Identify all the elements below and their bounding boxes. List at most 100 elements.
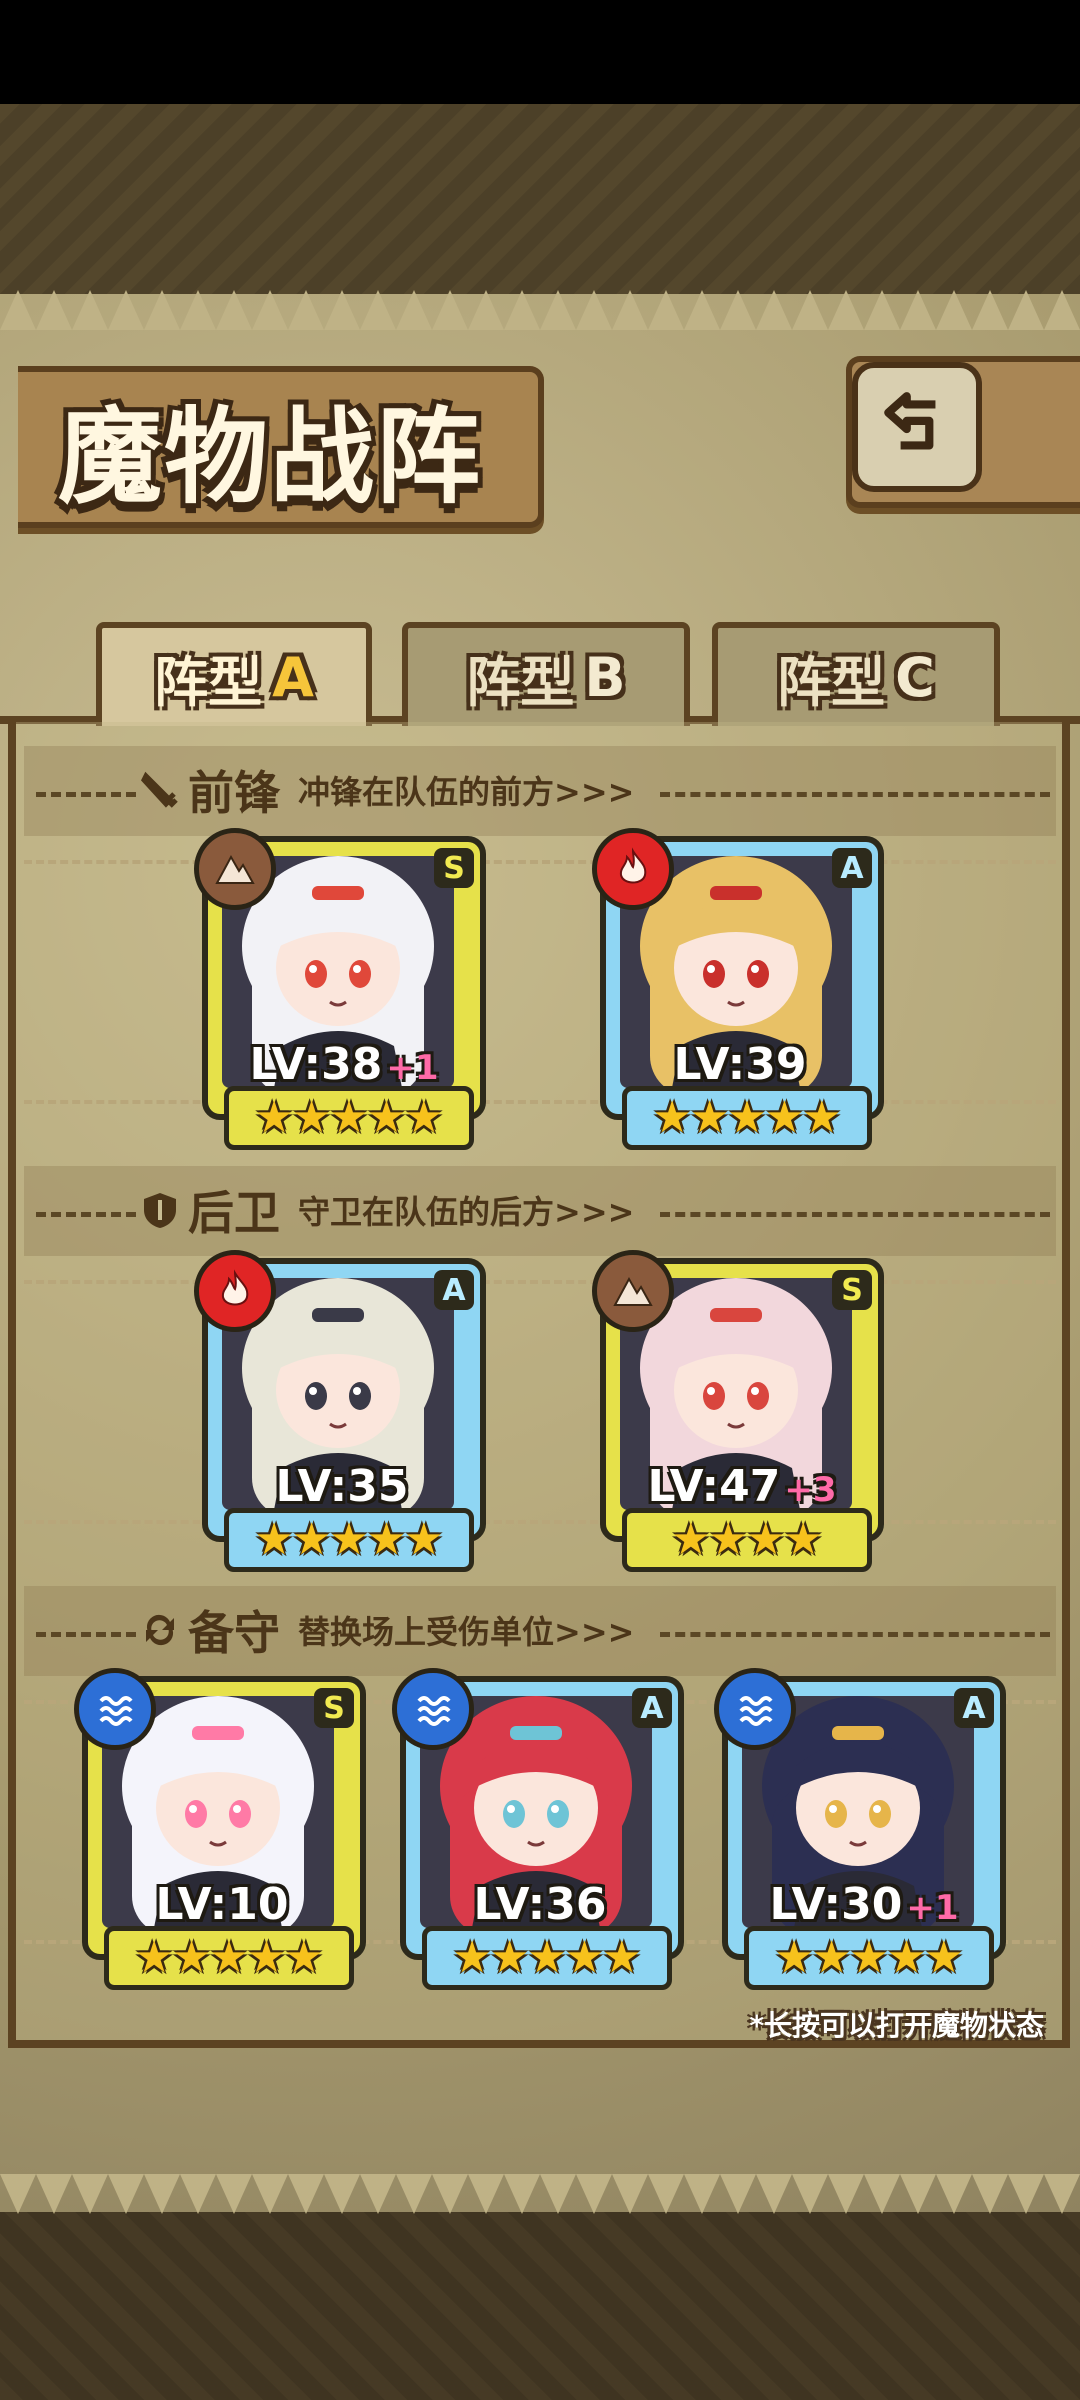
level-bonus: +3 xyxy=(784,1470,837,1510)
star-icon: ★ xyxy=(774,1932,814,1983)
star-rating: ★ ★ ★ ★ xyxy=(622,1508,872,1572)
level-bonus: +1 xyxy=(906,1888,959,1928)
star-icon: ★ xyxy=(291,1514,332,1565)
return-icon xyxy=(884,392,936,450)
back-button[interactable] xyxy=(852,362,982,492)
level-label: LV:36 xyxy=(406,1879,678,1930)
star-rating: ★ ★ ★ ★ ★ xyxy=(224,1086,474,1150)
star-icon: ★ xyxy=(171,1932,212,1983)
section-header-front: 前锋 冲锋在队伍的前方>>> xyxy=(140,760,634,820)
star-icon: ★ xyxy=(246,1932,287,1983)
rank-badge: S xyxy=(314,1688,354,1728)
level-value: LV:47 xyxy=(647,1461,781,1512)
fire-element-icon xyxy=(194,1250,276,1332)
star-icon: ★ xyxy=(366,1092,407,1143)
footnote-hint: *长按可以打开魔物状态 xyxy=(749,2009,1044,2042)
star-icon: ★ xyxy=(404,1514,444,1565)
swap-icon xyxy=(146,1614,174,1646)
monster-card[interactable]: A LV:39 ★ ★ ★ ★ ★ xyxy=(592,828,884,1150)
level-label: LV:30 +1 xyxy=(728,1879,1000,1930)
row-guide xyxy=(24,860,1056,864)
star-icon: ★ xyxy=(209,1932,249,1983)
fire-element-icon xyxy=(592,828,674,910)
star-icon: ★ xyxy=(849,1932,889,1983)
star-icon: ★ xyxy=(564,1932,605,1983)
star-icon: ★ xyxy=(489,1932,530,1983)
tab-letter: C xyxy=(895,645,935,709)
tab-formation-a[interactable]: 阵型 A xyxy=(96,622,372,726)
section-header-reserve: 备守 替换场上受伤单位>>> xyxy=(140,1600,634,1660)
section-desc: 冲锋在队伍的前方>>> xyxy=(298,773,635,811)
torn-edge-bottom xyxy=(0,2174,1080,2214)
level-value: LV:39 xyxy=(673,1039,807,1090)
section-desc: 替换场上受伤单位>>> xyxy=(298,1613,635,1651)
level-label: LV:39 xyxy=(606,1039,878,1090)
star-rating: ★ ★ ★ ★ ★ xyxy=(744,1926,994,1990)
star-icon: ★ xyxy=(802,1092,842,1143)
star-rating: ★ ★ ★ ★ ★ xyxy=(422,1926,672,1990)
map-background-bottom xyxy=(0,2212,1080,2400)
tab-letter: B xyxy=(584,645,626,709)
status-bar xyxy=(0,0,1080,104)
shield-icon xyxy=(144,1193,176,1228)
star-icon: ★ xyxy=(764,1092,805,1143)
star-icon: ★ xyxy=(602,1932,642,1983)
tab-letter: A xyxy=(272,645,314,709)
monster-card[interactable]: A LV:30 +1 ★ ★ ★ ★ ★ xyxy=(714,1668,1006,1990)
star-icon: ★ xyxy=(708,1514,748,1565)
level-label: LV:38 +1 xyxy=(208,1039,480,1090)
rank-badge: A xyxy=(434,1270,474,1310)
water-element-icon xyxy=(74,1668,156,1750)
earth-element-icon xyxy=(194,828,276,910)
star-icon: ★ xyxy=(291,1092,332,1143)
section-title: 后卫 xyxy=(188,1186,280,1240)
star-icon: ★ xyxy=(134,1932,174,1983)
row-guide xyxy=(24,1520,1056,1524)
water-element-icon xyxy=(392,1668,474,1750)
level-value: LV:35 xyxy=(275,1461,409,1512)
rank-badge: A xyxy=(954,1688,994,1728)
level-bonus: +1 xyxy=(386,1048,439,1088)
earth-element-icon xyxy=(592,1250,674,1332)
tab-label: 阵型 xyxy=(154,650,263,714)
level-label: LV:35 xyxy=(208,1461,480,1512)
star-icon: ★ xyxy=(254,1514,294,1565)
star-icon: ★ xyxy=(689,1092,730,1143)
tab-formation-c[interactable]: 阵型 C xyxy=(712,622,1000,726)
section-title: 备守 xyxy=(188,1606,280,1660)
star-icon: ★ xyxy=(404,1092,444,1143)
divider xyxy=(660,1632,1050,1637)
section-header-rear: 后卫 守卫在队伍的后方>>> xyxy=(140,1180,634,1240)
page-title: 魔物战阵 xyxy=(58,395,483,518)
row-guide xyxy=(24,1280,1056,1284)
star-icon: ★ xyxy=(811,1932,852,1983)
row-guide xyxy=(24,1100,1056,1104)
monster-card[interactable]: S LV:38 +1 ★ ★ ★ ★ ★ xyxy=(194,828,486,1150)
monster-card[interactable]: A LV:36 ★ ★ ★ ★ ★ xyxy=(392,1668,684,1990)
tab-label: 阵型 xyxy=(777,650,886,714)
star-icon: ★ xyxy=(727,1092,767,1143)
divider xyxy=(660,792,1050,797)
star-icon: ★ xyxy=(924,1932,964,1983)
section-desc: 守卫在队伍的后方>>> xyxy=(298,1193,635,1231)
star-icon: ★ xyxy=(254,1092,294,1143)
monster-card[interactable]: S LV:47 +3 ★ ★ ★ ★ xyxy=(592,1250,884,1572)
star-icon: ★ xyxy=(671,1514,711,1565)
monster-card[interactable]: S LV:10 ★ ★ ★ ★ ★ xyxy=(74,1668,366,1990)
star-icon: ★ xyxy=(329,1514,369,1565)
rank-badge: S xyxy=(434,848,474,888)
star-rating: ★ ★ ★ ★ ★ xyxy=(622,1086,872,1150)
level-label: LV:47 +3 xyxy=(606,1461,878,1512)
section-title: 前锋 xyxy=(188,766,280,820)
map-background-top xyxy=(0,104,1080,294)
tab-formation-b[interactable]: 阵型 B xyxy=(402,622,690,726)
sword-icon xyxy=(140,771,178,808)
star-icon: ★ xyxy=(746,1514,786,1565)
star-icon: ★ xyxy=(652,1092,692,1143)
level-value: LV:30 xyxy=(769,1879,903,1930)
divider xyxy=(36,792,136,797)
star-rating: ★ ★ ★ ★ ★ xyxy=(224,1508,474,1572)
divider xyxy=(660,1212,1050,1217)
monster-card[interactable]: A LV:35 ★ ★ ★ ★ ★ xyxy=(194,1250,486,1572)
star-icon: ★ xyxy=(452,1932,492,1983)
